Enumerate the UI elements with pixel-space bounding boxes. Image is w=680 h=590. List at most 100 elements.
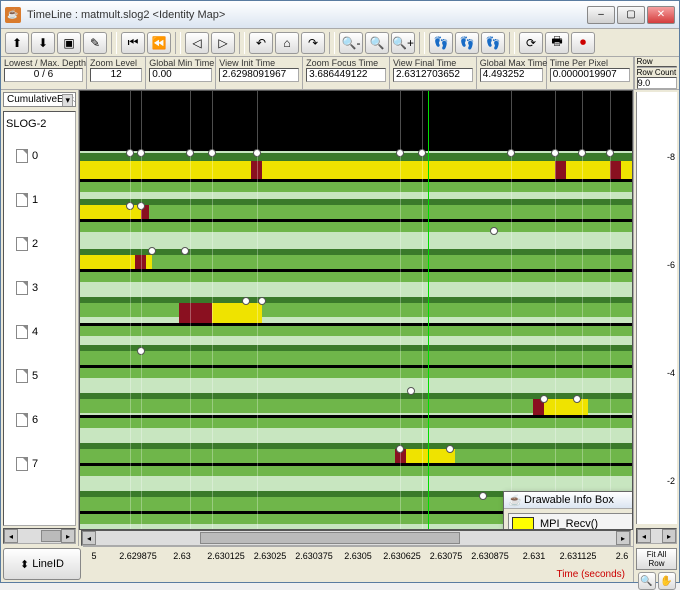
nav-left-icon[interactable]: ◁ <box>185 32 209 54</box>
legend-label: MPI_Recv() <box>540 518 598 530</box>
refresh-icon[interactable]: ⟳ <box>519 32 543 54</box>
slog-tree[interactable]: SLOG-2 01234567 <box>3 111 76 526</box>
event-marker[interactable] <box>242 297 250 305</box>
axis-tick: 2.630375 <box>295 551 333 561</box>
main-toolbar: ⬆ ⬇ ▣ ✎ ⏮ ⏪ ◁ ▷ ↶ ⌂ ↷ 🔍- 🔍 🔍+ 👣 👣 👣 ⟳ 🖶 … <box>1 29 679 57</box>
go-prev-icon[interactable]: ⏪ <box>147 32 171 54</box>
tpp-label: Time Per Pixel <box>550 58 630 68</box>
tree-item[interactable]: 6 <box>6 398 73 442</box>
axis-tick: 2.63025 <box>254 551 287 561</box>
maximize-button[interactable]: ▢ <box>617 6 645 24</box>
timeline-row[interactable] <box>80 393 632 433</box>
stop-icon[interactable]: ⏺ <box>571 32 595 54</box>
time-axis: Time (seconds) 52.6298752.632.6301252.63… <box>83 546 633 582</box>
document-icon <box>16 193 28 207</box>
time-axis-label: Time (seconds) <box>556 569 625 580</box>
tree-item[interactable]: 1 <box>6 178 73 222</box>
document-icon <box>16 457 28 471</box>
axis-tick: 2.631125 <box>560 551 597 561</box>
axis-tick: 2.630875 <box>471 551 509 561</box>
document-icon <box>16 413 28 427</box>
axis-tick: 2.630125 <box>207 551 245 561</box>
event-marker[interactable] <box>540 395 548 403</box>
home-icon[interactable]: ⌂ <box>275 32 299 54</box>
undo-icon[interactable]: ↶ <box>249 32 273 54</box>
event-marker[interactable] <box>258 297 266 305</box>
find-home-icon[interactable]: 👣 <box>455 32 479 54</box>
close-button[interactable]: ✕ <box>647 6 675 24</box>
java-icon: ☕ <box>508 494 520 506</box>
fit-all-rows-button[interactable]: Fit All Row <box>636 548 677 570</box>
print-icon[interactable]: 🖶 <box>545 32 569 54</box>
zoom-out-icon[interactable]: 🔍- <box>339 32 363 54</box>
timeline-row[interactable] <box>80 249 632 289</box>
depth-value: 0 / 6 <box>4 68 83 82</box>
pan-tool-icon[interactable]: ✋ <box>658 572 676 590</box>
timeline-row[interactable] <box>80 345 632 385</box>
zoom-tool-icon[interactable]: 🔍 <box>638 572 656 590</box>
event-marker[interactable] <box>490 227 498 235</box>
lineid-button[interactable]: ⬍LineID <box>3 548 81 580</box>
event-marker[interactable] <box>573 395 581 403</box>
canvas-hscroll[interactable]: ◂▸ <box>81 530 631 546</box>
minimize-button[interactable]: – <box>587 6 615 24</box>
nav-right-icon[interactable]: ▷ <box>211 32 235 54</box>
redo-icon[interactable]: ↷ <box>301 32 325 54</box>
window-titlebar: ☕ TimeLine : matmult.slog2 <Identity Map… <box>1 1 679 29</box>
event-marker[interactable] <box>148 247 156 255</box>
gmin-label: Global Min Time <box>149 58 212 68</box>
window-title: TimeLine : matmult.slog2 <Identity Map> <box>27 9 587 21</box>
tree-item[interactable]: 4 <box>6 310 73 354</box>
tree-item[interactable]: 2 <box>6 222 73 266</box>
edit-icon[interactable]: ✎ <box>83 32 107 54</box>
mode-combo[interactable]: CumulativeExc... <box>3 92 76 107</box>
axis-tick: 2.629875 <box>119 551 157 561</box>
vinit-label: View Init Time <box>219 58 299 68</box>
row-ruler: -8-6-4-2 <box>636 92 677 524</box>
axis-tick: 2.63075 <box>430 551 463 561</box>
document-icon <box>16 369 28 383</box>
zoom-in-icon[interactable]: 🔍+ <box>391 32 415 54</box>
go-first-icon[interactable]: ⏮ <box>121 32 145 54</box>
rowcount-value: 9.0 <box>637 77 677 89</box>
timeline-row[interactable] <box>80 199 632 239</box>
axis-tick: 2.631 <box>523 551 546 561</box>
event-marker[interactable] <box>446 445 454 453</box>
event-marker[interactable] <box>407 387 415 395</box>
zfocus-label: Zoom Focus Time <box>306 58 386 68</box>
toggle-select-icon[interactable]: ▣ <box>57 32 81 54</box>
arrow-up-icon[interactable]: ⬆ <box>5 32 29 54</box>
rowcount-label: Row Count <box>635 68 679 77</box>
tpp-value: 0.0000019907 <box>550 68 630 82</box>
event-marker[interactable] <box>479 492 487 500</box>
timeline-canvas[interactable]: TimeLines ☕ Drawable Info Box ✕ MPI_Recv… <box>79 90 633 530</box>
tree-item[interactable]: 7 <box>6 442 73 486</box>
axis-tick: 2.6305 <box>344 551 372 561</box>
document-icon <box>16 325 28 339</box>
timeline-row[interactable] <box>80 297 632 337</box>
right-hscroll[interactable]: ◂▸ <box>636 528 677 544</box>
right-panel: -8-6-4-2 ◂▸ <box>633 90 679 546</box>
zoom-reset-icon[interactable]: 🔍 <box>365 32 389 54</box>
arrow-down-icon[interactable]: ⬇ <box>31 32 55 54</box>
tree-item[interactable]: 3 <box>6 266 73 310</box>
tree-item[interactable]: 5 <box>6 354 73 398</box>
zfocus-value: 3.686449122 <box>306 68 386 82</box>
drawable-info-box[interactable]: ☕ Drawable Info Box ✕ MPI_Recv() duratio… <box>503 491 633 530</box>
tree-root[interactable]: SLOG-2 <box>6 118 73 130</box>
timeline-row[interactable] <box>80 443 632 483</box>
gmax-value: 4.493252 <box>480 68 543 82</box>
axis-tick: 2.630625 <box>383 551 421 561</box>
timeline-row[interactable] <box>80 153 632 193</box>
zoom-value: 12 <box>90 68 142 82</box>
left-hscroll[interactable]: ◂▸ <box>3 528 76 544</box>
vfinal-value: 2.6312703652 <box>393 68 473 82</box>
tree-item[interactable]: 0 <box>6 134 73 178</box>
find-prev-icon[interactable]: 👣 <box>429 32 453 54</box>
event-marker[interactable] <box>181 247 189 255</box>
document-icon <box>16 281 28 295</box>
row-label: Row <box>635 57 679 66</box>
status-fields: Lowest / Max. Depth 0 / 6 Zoom Level 12 … <box>1 57 679 90</box>
legend-swatch <box>512 517 534 530</box>
find-next-icon[interactable]: 👣 <box>481 32 505 54</box>
